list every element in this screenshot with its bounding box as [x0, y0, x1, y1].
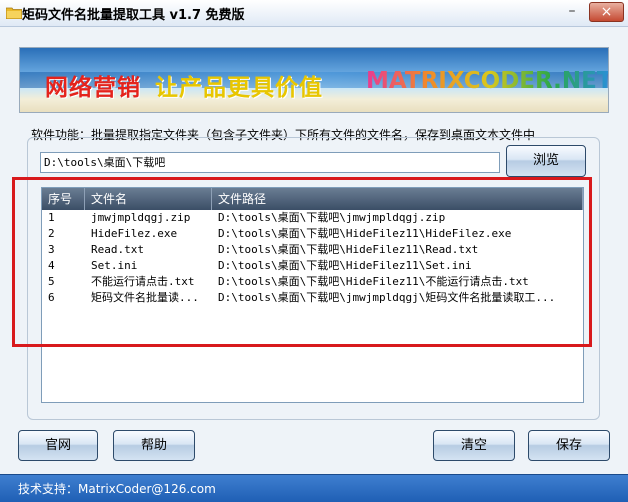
- row-index: 5: [48, 275, 55, 288]
- row-file-path: D:\tools\桌面\下载吧\HideFilez11\HideFilez.ex…: [218, 227, 512, 240]
- row-file-path: D:\tools\桌面\下载吧\HideFilez11\不能运行请点击.txt: [218, 275, 529, 288]
- support-contact: 技术支持：MatrixCoder@126.com: [18, 482, 216, 496]
- help-button[interactable]: 帮助: [113, 430, 195, 461]
- close-button[interactable]: ×: [589, 2, 624, 22]
- row-file-path: D:\tools\桌面\下载吧\HideFilez11\Set.ini: [218, 259, 472, 272]
- column-header-path[interactable]: 文件路径: [212, 188, 583, 210]
- banner-site: MATRIXCODER.NET: [366, 68, 608, 94]
- banner-slogan-2: 让产品更具价值: [155, 75, 323, 101]
- window-title: 矩码文件名批量提取工具 v1.7 免费版: [22, 8, 245, 23]
- list-row[interactable]: 1 jmwjmpldqgj.zip D:\tools\桌面\下载吧\jmwjmp…: [42, 210, 583, 226]
- row-index: 4: [48, 259, 55, 272]
- row-file-name: 不能运行请点击.txt: [91, 275, 195, 288]
- row-file-name: Read.txt: [91, 243, 144, 256]
- banner-slogan: 网络营销 让产品更具价值: [45, 68, 323, 102]
- column-header-name[interactable]: 文件名: [85, 188, 212, 210]
- row-file-path: D:\tools\桌面\下载吧\jmwjmpldqgj.zip: [218, 211, 446, 224]
- list-header: 序号 文件名 文件路径: [42, 188, 583, 210]
- minimize-button[interactable]: –: [560, 2, 584, 20]
- row-index: 3: [48, 243, 55, 256]
- row-file-path: D:\tools\桌面\下载吧\jmwjmpldqgj\矩码文件名批量读取工..…: [218, 291, 556, 304]
- folder-icon: [6, 7, 22, 19]
- save-button[interactable]: 保存: [528, 430, 610, 461]
- list-row[interactable]: 6 矩码文件名批量读... D:\tools\桌面\下载吧\jmwjmpldqg…: [42, 290, 583, 306]
- row-index: 2: [48, 227, 55, 240]
- list-row[interactable]: 4 Set.ini D:\tools\桌面\下载吧\HideFilez11\Se…: [42, 258, 583, 274]
- folder-path-input[interactable]: D:\tools\桌面\下载吧: [40, 152, 500, 173]
- list-row[interactable]: 2 HideFilez.exe D:\tools\桌面\下载吧\HideFile…: [42, 226, 583, 242]
- status-bar: 技术支持：MatrixCoder@126.com: [0, 474, 628, 502]
- row-index: 6: [48, 291, 55, 304]
- list-body: 1 jmwjmpldqgj.zip D:\tools\桌面\下载吧\jmwjmp…: [42, 210, 583, 306]
- clear-button[interactable]: 清空: [433, 430, 515, 461]
- banner-image: 网络营销 让产品更具价值 MATRIXCODER.NET: [19, 47, 609, 113]
- website-button[interactable]: 官网: [18, 430, 98, 461]
- banner-slogan-1: 网络营销: [45, 75, 141, 101]
- row-file-name: Set.ini: [91, 259, 138, 272]
- file-list[interactable]: 序号 文件名 文件路径 1 jmwjmpldqgj.zip D:\tools\桌…: [41, 187, 584, 403]
- list-row[interactable]: 5 不能运行请点击.txt D:\tools\桌面\下载吧\HideFilez1…: [42, 274, 583, 290]
- title-bar[interactable]: 矩码文件名批量提取工具 v1.7 免费版 – ×: [0, 0, 628, 27]
- row-index: 1: [48, 211, 55, 224]
- list-row[interactable]: 3 Read.txt D:\tools\桌面\下载吧\HideFilez11\R…: [42, 242, 583, 258]
- app-window: 矩码文件名批量提取工具 v1.7 免费版 – × 网络营销 让产品更具价值 MAT…: [0, 0, 628, 502]
- browse-button[interactable]: 浏览: [506, 145, 586, 177]
- row-file-name: 矩码文件名批量读...: [91, 291, 199, 304]
- row-file-name: HideFilez.exe: [91, 227, 178, 240]
- row-file-path: D:\tools\桌面\下载吧\HideFilez11\Read.txt: [218, 243, 479, 256]
- row-file-name: jmwjmpldqgj.zip: [91, 211, 191, 224]
- column-header-index[interactable]: 序号: [42, 188, 85, 210]
